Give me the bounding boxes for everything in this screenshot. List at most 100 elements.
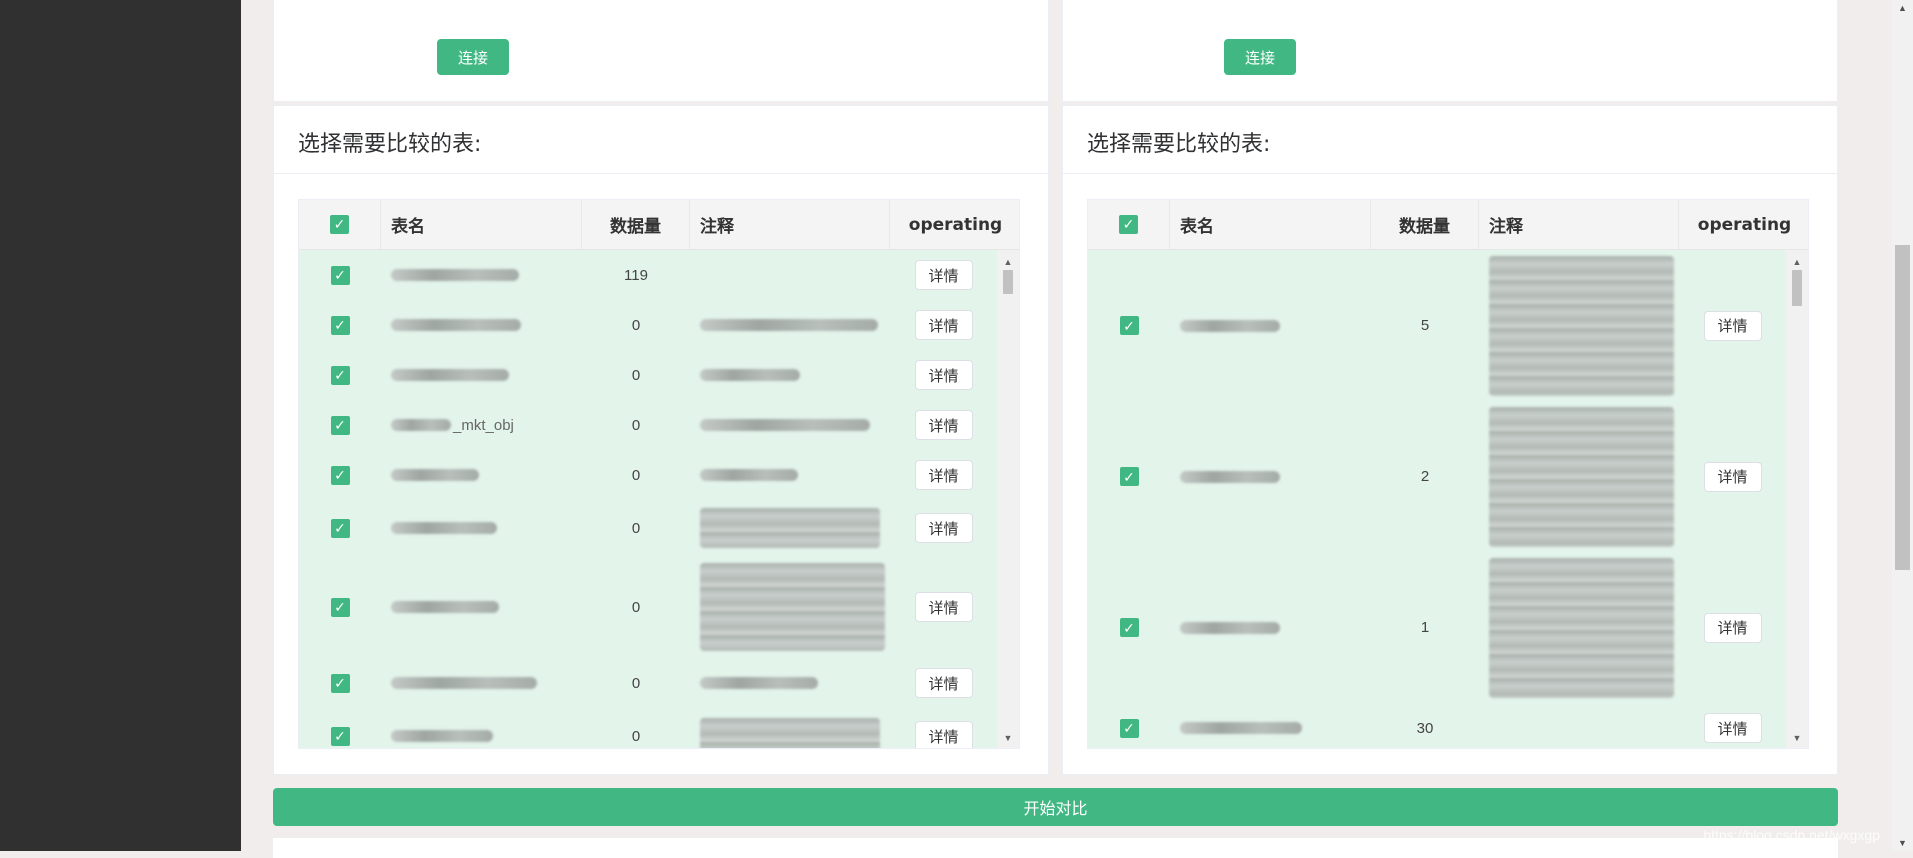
right-table: ✓ 表名 数据量 注释 operating ✓ 5 详情 ✓ 2 详情 ✓ 1 … (1087, 199, 1809, 749)
row-checkbox[interactable]: ✓ (1119, 467, 1139, 486)
table-row: ✓ 2 详情 (1088, 401, 1786, 552)
detail-button[interactable]: 详情 (1703, 713, 1762, 743)
row-count: 1 (1420, 619, 1430, 636)
scroll-down-arrow[interactable]: ▼ (997, 732, 1019, 744)
row-count: 0 (631, 674, 641, 692)
redacted-table-name (391, 369, 509, 381)
redacted-comment (700, 319, 878, 331)
detail-button[interactable]: 详情 (914, 592, 973, 622)
detail-button[interactable]: 详情 (1703, 461, 1762, 492)
redacted-comment (700, 369, 800, 381)
detail-button[interactable]: 详情 (914, 460, 973, 490)
watermark-text: https://blog.csdn.net/wxgxgp (1703, 827, 1880, 843)
section-divider (1063, 173, 1837, 174)
scroll-thumb[interactable] (1003, 270, 1013, 294)
row-count: 0 (631, 519, 641, 537)
left-table-body: ✓ 119 详情 ✓ 0 详情 ✓ 0 详情 ✓ _mkt_obj 0 详情 ✓… (299, 250, 997, 748)
row-count: 0 (631, 366, 641, 384)
right-connect-button[interactable]: 连接 (1224, 39, 1296, 75)
header-name: 表名 (381, 200, 582, 249)
page-scroll-up-arrow[interactable]: ▲ (1892, 3, 1913, 13)
table-row: ✓ 0 详情 (299, 500, 997, 556)
page-scroll-down-arrow[interactable]: ▼ (1892, 838, 1913, 848)
redacted-table-name (1180, 722, 1302, 734)
row-checkbox[interactable]: ✓ (330, 315, 350, 335)
row-count: 5 (1420, 317, 1430, 334)
detail-button[interactable]: 详情 (1703, 612, 1762, 643)
redacted-table-name (1180, 470, 1280, 483)
redacted-table-name (1180, 319, 1280, 332)
redacted-comment (700, 563, 885, 651)
header-operating: operating (1697, 214, 1792, 235)
detail-button[interactable]: 详情 (914, 260, 973, 290)
table-row: ✓ 0 详情 (299, 556, 997, 658)
page-scrollbar[interactable]: ▲ ▼ (1892, 0, 1913, 851)
row-checkbox[interactable]: ✓ (330, 518, 350, 538)
row-checkbox[interactable]: ✓ (330, 597, 350, 617)
redacted-table-name (391, 469, 479, 481)
redacted-table-name (391, 601, 499, 613)
scroll-up-arrow[interactable]: ▲ (1786, 256, 1808, 268)
header-operating: operating (908, 214, 1003, 235)
row-count: 0 (631, 727, 641, 745)
row-count: 30 (1416, 719, 1434, 737)
left-table-card: 选择需要比较的表: ✓ 表名 数据量 注释 operating ✓ 119 详情… (273, 105, 1049, 775)
row-checkbox[interactable]: ✓ (330, 465, 350, 485)
section-divider (274, 173, 1048, 174)
scroll-up-arrow[interactable]: ▲ (997, 256, 1019, 268)
table-row: ✓ 0 详情 (299, 450, 997, 500)
detail-button[interactable]: 详情 (1703, 310, 1762, 341)
scroll-down-arrow[interactable]: ▼ (1786, 732, 1808, 744)
detail-button[interactable]: 详情 (914, 360, 973, 390)
header-name: 表名 (1170, 200, 1371, 249)
row-checkbox[interactable]: ✓ (330, 673, 350, 693)
left-dark-panel (0, 0, 241, 851)
header-count: 数据量 (582, 200, 690, 249)
right-table-card: 选择需要比较的表: ✓ 表名 数据量 注释 operating ✓ 5 详情 ✓ (1062, 105, 1838, 775)
row-checkbox[interactable]: ✓ (330, 365, 350, 385)
scroll-thumb[interactable] (1792, 270, 1802, 306)
row-checkbox[interactable]: ✓ (330, 265, 350, 285)
select-all-checkbox[interactable]: ✓ (1119, 215, 1138, 234)
redacted-table-name (1180, 621, 1280, 634)
right-connection-card: 连接 (1062, 0, 1838, 102)
table-row: ✓ 0 详情 (299, 350, 997, 400)
select-all-checkbox[interactable]: ✓ (330, 215, 349, 234)
right-table-scrollbar[interactable]: ▲ ▼ (1786, 250, 1808, 748)
table-row: ✓ 0 详情 (299, 658, 997, 708)
row-checkbox[interactable]: ✓ (1119, 718, 1139, 738)
left-table-scrollbar[interactable]: ▲ ▼ (997, 250, 1019, 748)
redacted-table-name (391, 677, 537, 689)
redacted-comment (1489, 406, 1674, 547)
detail-button[interactable]: 详情 (914, 310, 973, 340)
redacted-table-name (391, 319, 521, 331)
right-table-body: ✓ 5 详情 ✓ 2 详情 ✓ 1 详情 ✓ 30 详情 (1088, 250, 1786, 748)
row-checkbox[interactable]: ✓ (1119, 618, 1139, 637)
redacted-table-name (391, 419, 451, 431)
left-table: ✓ 表名 数据量 注释 operating ✓ 119 详情 ✓ 0 详情 ✓ … (298, 199, 1020, 749)
table-row: ✓ 0 详情 (299, 708, 997, 748)
left-connect-button[interactable]: 连接 (437, 39, 509, 75)
table-row: ✓ 119 详情 (299, 250, 997, 300)
table-row: ✓ 0 详情 (299, 300, 997, 350)
redacted-comment (700, 718, 880, 748)
redacted-comment (1489, 557, 1674, 698)
row-checkbox[interactable]: ✓ (1119, 316, 1139, 335)
right-section-title: 选择需要比较的表: (1087, 132, 1271, 157)
left-section-title: 选择需要比较的表: (298, 132, 482, 157)
redacted-comment (1489, 255, 1674, 396)
row-count: 2 (1420, 468, 1430, 485)
header-select-all: ✓ (1088, 200, 1170, 249)
detail-button[interactable]: 详情 (914, 721, 973, 748)
detail-button[interactable]: 详情 (914, 513, 973, 543)
detail-button[interactable]: 详情 (914, 410, 973, 440)
row-checkbox[interactable]: ✓ (330, 415, 350, 435)
redacted-comment (700, 469, 798, 481)
page-scroll-thumb[interactable] (1895, 245, 1910, 570)
row-checkbox[interactable]: ✓ (330, 726, 350, 746)
redacted-comment (700, 508, 880, 548)
start-compare-button[interactable]: 开始对比 (273, 788, 1838, 826)
detail-button[interactable]: 详情 (914, 668, 973, 698)
redacted-table-name (391, 269, 519, 281)
header-count: 数据量 (1371, 200, 1479, 249)
